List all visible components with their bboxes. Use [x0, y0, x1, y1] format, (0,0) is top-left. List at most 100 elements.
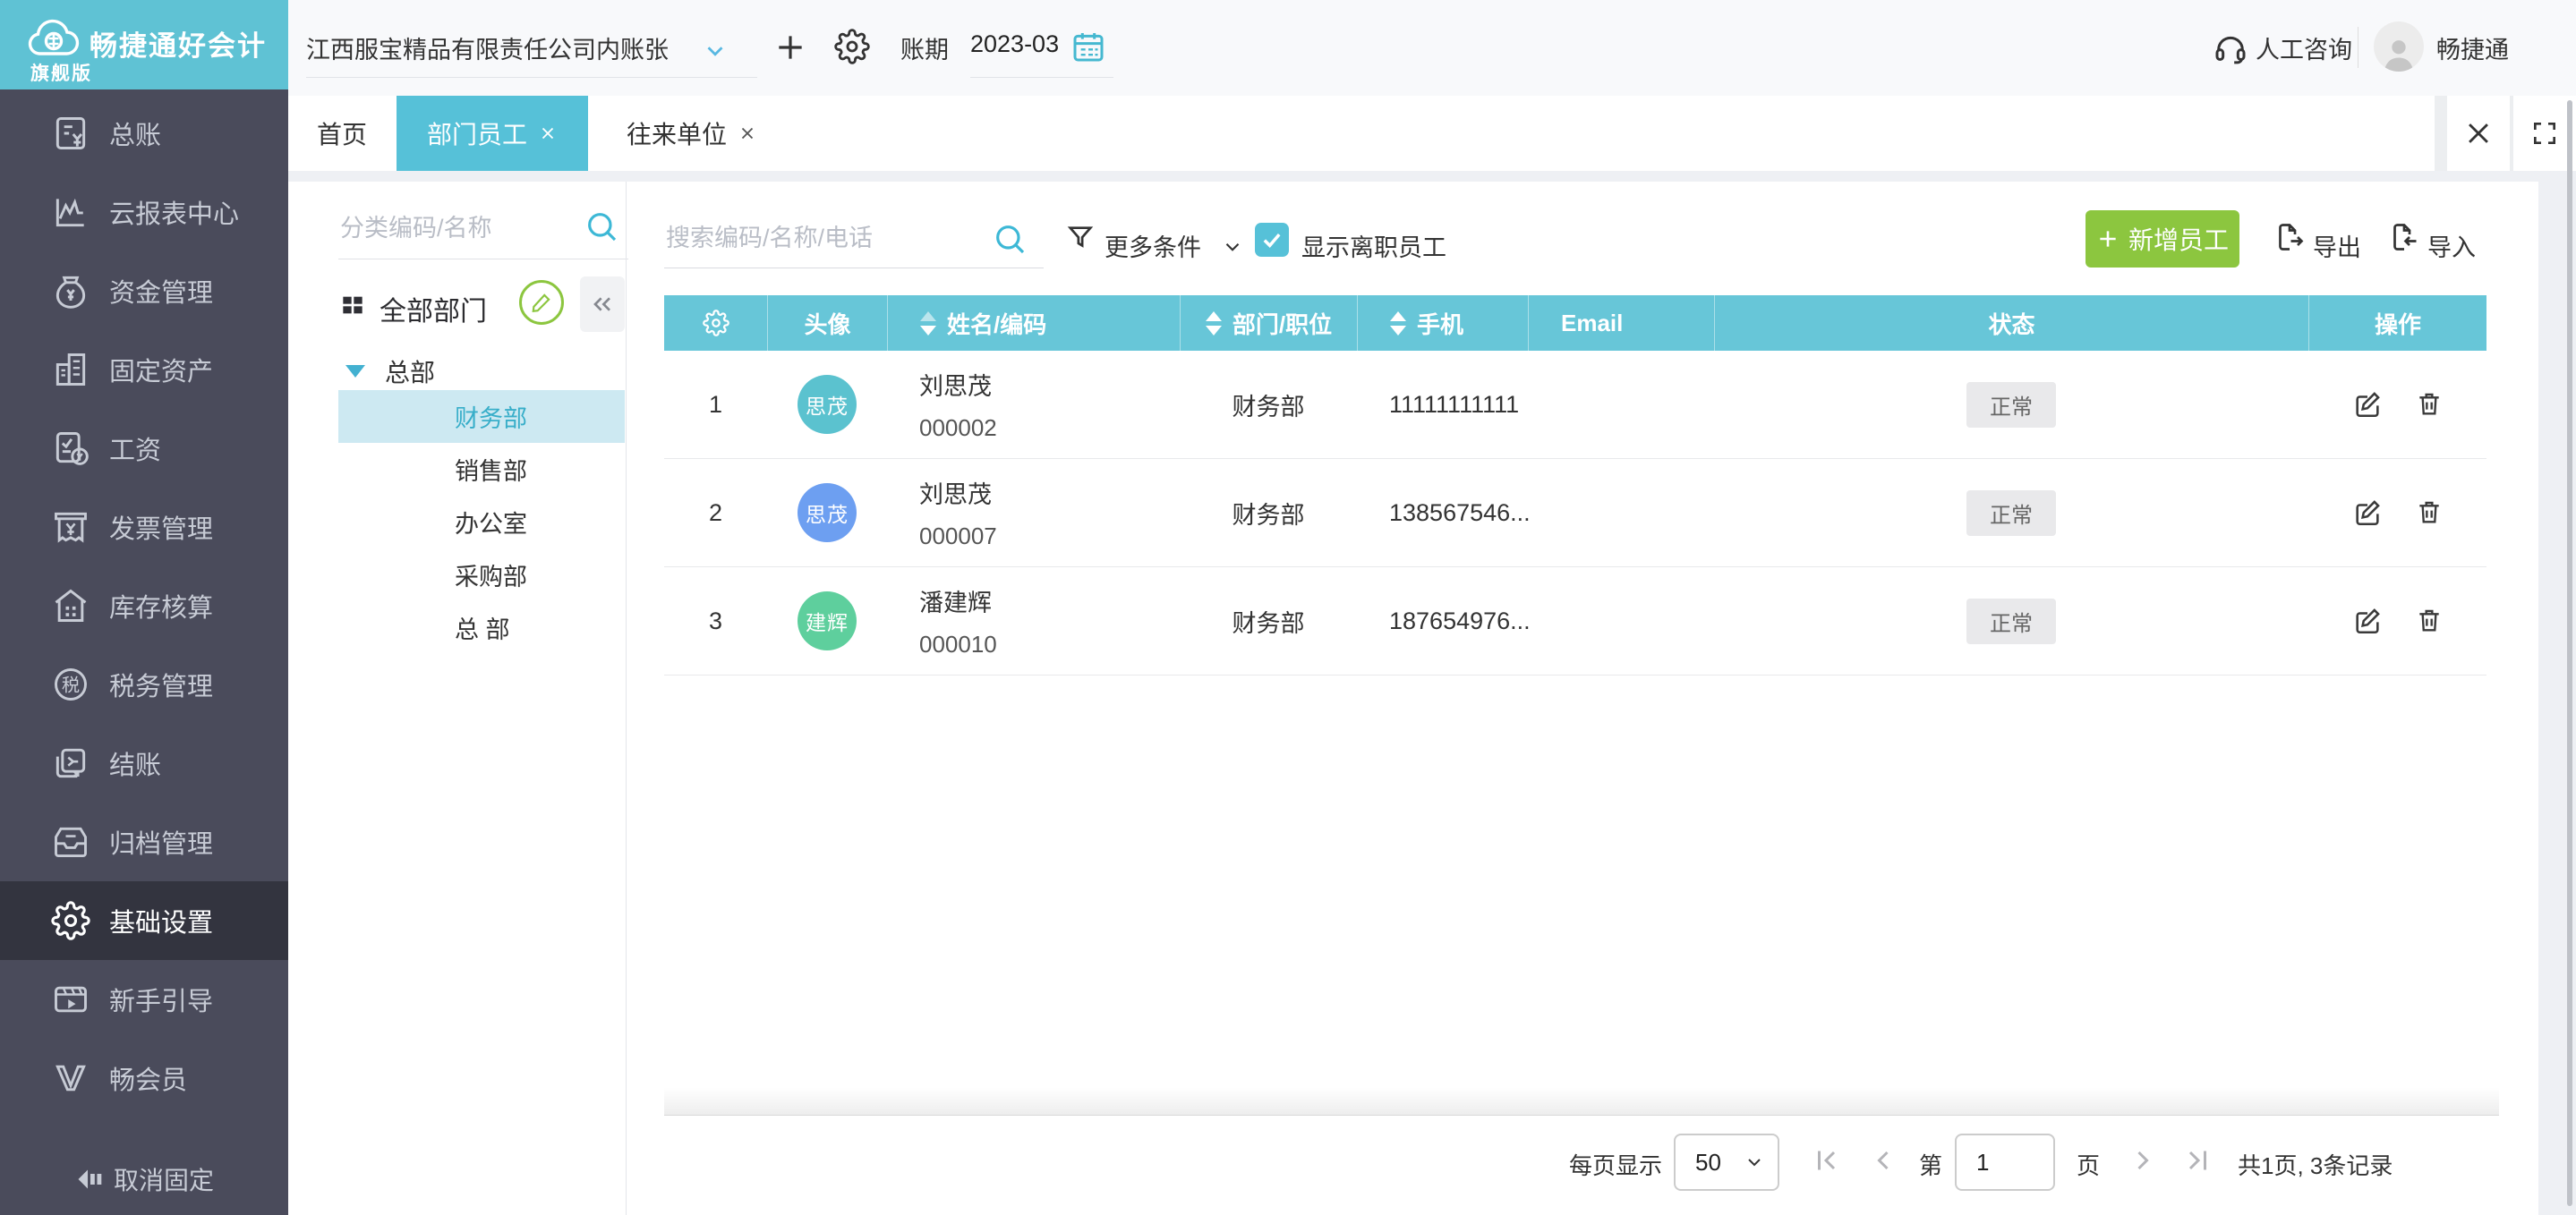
chart-icon — [50, 191, 91, 233]
tree-node-sales[interactable]: 销售部 — [338, 443, 625, 496]
building-icon — [50, 349, 91, 390]
column-header-name-code[interactable]: 姓名/编码 — [887, 295, 1180, 351]
period-value[interactable]: 2023-03 — [970, 30, 1059, 58]
export-button[interactable]: 导出 — [2313, 228, 2361, 263]
table-row[interactable]: 3 建辉 潘建辉 000010 财务部 187654976... 正常 — [664, 567, 2486, 675]
show-resigned-label[interactable]: 显示离职员工 — [1301, 228, 1446, 263]
sidebar-item-label: 结账 — [109, 752, 162, 780]
column-header-status[interactable]: 状态 — [1714, 295, 2308, 351]
row-index: 3 — [708, 607, 723, 634]
sidebar-item-label: 畅会员 — [109, 1066, 188, 1095]
tree-node-parent[interactable]: 总部 — [338, 348, 435, 395]
add-employee-label: 新增员工 — [2128, 226, 2229, 254]
delete-icon[interactable] — [2415, 606, 2444, 636]
expand-triangle-icon[interactable] — [345, 365, 365, 378]
column-header-avatar[interactable]: 头像 — [767, 295, 887, 351]
employee-search-input[interactable] — [664, 208, 1044, 268]
column-header-department[interactable]: 部门/职位 — [1180, 295, 1357, 351]
sidebar: 畅捷通好会计 旗舰版 总账 云报表中心 资金管理 固定资产 工资 发票管理 库存… — [0, 0, 288, 1215]
page-number-input[interactable] — [1955, 1134, 2055, 1191]
next-page-button[interactable] — [2127, 1144, 2159, 1177]
unpin-sidebar-button[interactable]: 取消固定 — [0, 1161, 288, 1197]
sidebar-item-closing[interactable]: 结账 — [0, 724, 288, 803]
edit-icon[interactable] — [2352, 389, 2383, 420]
status-badge: 正常 — [1966, 598, 2056, 644]
table-row[interactable]: 1 思茂 刘思茂 000002 财务部 11111111111 正常 — [664, 351, 2486, 459]
brand-title: 畅捷通好会计 — [90, 30, 267, 62]
per-page-select[interactable]: 50 — [1674, 1134, 1779, 1191]
tree-node-label: 销售部 — [455, 458, 527, 485]
sidebar-item-guide[interactable]: 新手引导 — [0, 960, 288, 1039]
show-resigned-checkbox[interactable] — [1255, 223, 1289, 257]
export-icon[interactable] — [2273, 221, 2306, 253]
calendar-icon[interactable] — [1070, 29, 1106, 64]
tree-node-label: 总 部 — [455, 616, 510, 643]
tab-close-icon[interactable] — [738, 123, 757, 143]
sort-icons[interactable] — [920, 310, 936, 336]
edit-icon[interactable] — [2352, 497, 2383, 528]
add-employee-button[interactable]: 新增员工 — [2086, 210, 2239, 268]
tab-bar: 首页 部门员工 往来单位 — [288, 96, 2576, 171]
filter-funnel-icon[interactable] — [1065, 223, 1096, 253]
column-settings-gear-icon[interactable] — [664, 295, 767, 351]
last-page-button[interactable] — [2182, 1144, 2214, 1177]
sort-icons[interactable] — [1205, 310, 1222, 336]
collapse-tree-button[interactable] — [580, 276, 625, 332]
import-icon[interactable] — [2388, 221, 2420, 253]
sidebar-item-member[interactable]: 畅会员 — [0, 1039, 288, 1117]
sidebar-item-funds[interactable]: 资金管理 — [0, 251, 288, 330]
brand-logo: 畅捷通好会计 旗舰版 — [0, 0, 288, 89]
more-filters-button[interactable]: 更多条件 — [1105, 228, 1201, 263]
tab-business-partners[interactable]: 往来单位 — [588, 96, 796, 171]
employee-department: 财务部 — [1232, 609, 1305, 637]
sidebar-item-payroll[interactable]: 工资 — [0, 409, 288, 488]
headset-icon[interactable] — [2213, 30, 2248, 66]
sidebar-item-archive[interactable]: 归档管理 — [0, 803, 288, 881]
delete-icon[interactable] — [2415, 497, 2444, 528]
edit-departments-button[interactable] — [519, 280, 564, 325]
sidebar-item-invoices[interactable]: 发票管理 — [0, 488, 288, 566]
sidebar-item-label: 发票管理 — [109, 515, 214, 544]
column-header-email[interactable]: Email — [1528, 295, 1714, 351]
sidebar-item-settings[interactable]: 基础设置 — [0, 881, 288, 960]
first-page-button[interactable] — [1810, 1144, 1842, 1177]
vertical-scrollbar[interactable] — [2567, 100, 2572, 1206]
sidebar-item-tax[interactable]: 税 税务管理 — [0, 645, 288, 724]
tab-home[interactable]: 首页 — [288, 96, 396, 171]
company-selector[interactable]: 江西服宝精品有限责任公司内账张 — [306, 30, 669, 65]
sidebar-item-label: 库存核算 — [109, 594, 214, 623]
tree-node-purchasing[interactable]: 采购部 — [338, 548, 625, 601]
tab-department-employees[interactable]: 部门员工 — [397, 96, 588, 171]
employee-search-icon[interactable] — [992, 221, 1028, 257]
user-avatar[interactable] — [2374, 21, 2424, 72]
table-row[interactable]: 2 思茂 刘思茂 000007 财务部 138567546... 正常 — [664, 459, 2486, 567]
support-link[interactable]: 人工咨询 — [2256, 30, 2352, 65]
tree-node-headquarters[interactable]: 总 部 — [338, 601, 625, 654]
tree-node-finance[interactable]: 财务部 — [338, 390, 625, 443]
user-name[interactable]: 畅捷通 — [2436, 30, 2509, 65]
tree-root-label[interactable]: 全部部门 — [380, 289, 487, 328]
sidebar-item-inventory[interactable]: 库存核算 — [0, 566, 288, 645]
sort-icons[interactable] — [1390, 310, 1406, 336]
edit-icon[interactable] — [2352, 606, 2383, 636]
column-header-phone[interactable]: 手机 — [1357, 295, 1528, 351]
delete-icon[interactable] — [2415, 389, 2444, 420]
topbar: 江西服宝精品有限责任公司内账张 账期 2023-03 人工咨询 畅捷通 — [288, 0, 2576, 96]
tree-node-office[interactable]: 办公室 — [338, 496, 625, 548]
account-settings-gear-icon[interactable] — [834, 29, 870, 64]
app-window: 畅捷通好会计 旗舰版 总账 云报表中心 资金管理 固定资产 工资 发票管理 库存… — [0, 0, 2576, 1215]
close-all-tabs-button[interactable] — [2447, 96, 2510, 171]
sidebar-item-fixed-assets[interactable]: 固定资产 — [0, 330, 288, 409]
unpin-label: 取消固定 — [113, 1167, 214, 1194]
company-caret-icon[interactable] — [702, 38, 729, 64]
import-button[interactable]: 导入 — [2427, 228, 2476, 263]
add-account-icon[interactable] — [773, 30, 807, 64]
tab-close-icon[interactable] — [538, 123, 558, 143]
status-badge: 正常 — [1966, 381, 2056, 428]
employee-table: 头像 姓名/编码 部门/职位 手机 Email 状态 操作 1 思茂 刘思茂 00… — [664, 295, 2486, 675]
sidebar-item-general-ledger[interactable]: 总账 — [0, 94, 288, 173]
tree-search-icon[interactable] — [584, 208, 619, 244]
more-filters-caret-icon[interactable] — [1221, 235, 1244, 259]
sidebar-item-cloud-reports[interactable]: 云报表中心 — [0, 173, 288, 251]
prev-page-button[interactable] — [1867, 1144, 1899, 1177]
